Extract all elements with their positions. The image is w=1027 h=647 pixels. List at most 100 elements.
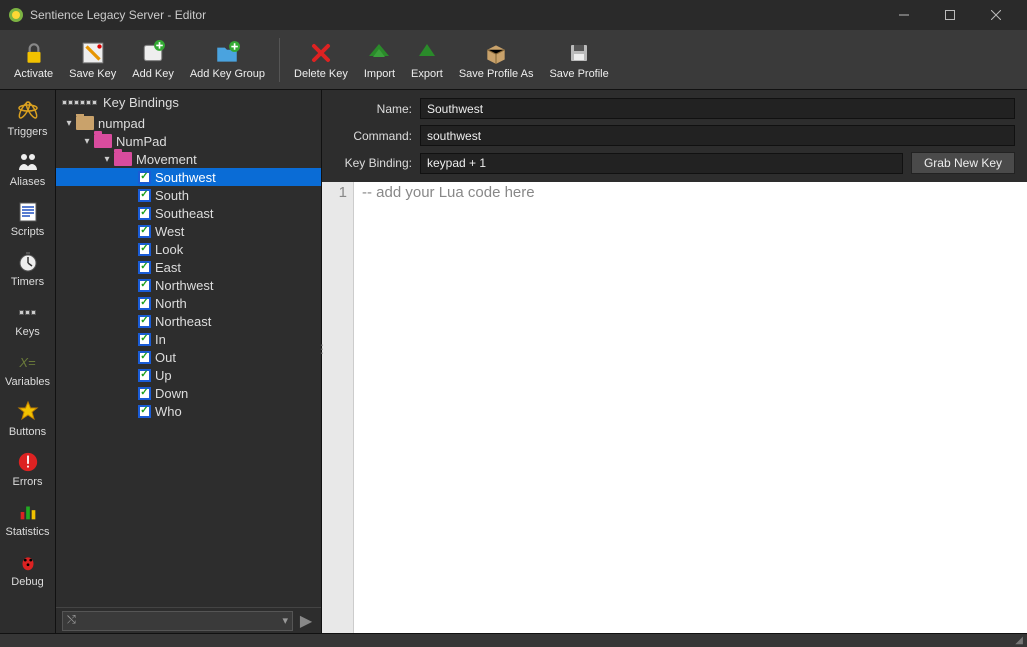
tree-item-label: Out (155, 350, 176, 365)
checkbox-icon[interactable]: ✓ (138, 297, 151, 310)
play-button[interactable]: ▶ (297, 612, 315, 630)
binding-input[interactable] (420, 153, 903, 174)
save-profile-button[interactable]: Save Profile (541, 36, 616, 84)
checkbox-icon[interactable]: ✓ (138, 279, 151, 292)
checkbox-icon[interactable]: ✓ (138, 225, 151, 238)
add-key-button[interactable]: Add Key (124, 36, 182, 84)
tree-item[interactable]: ✓In (56, 330, 321, 348)
delete-key-button[interactable]: Delete Key (286, 36, 356, 84)
tree-item[interactable]: ✓Down (56, 384, 321, 402)
save-key-button[interactable]: Save Key (61, 36, 124, 84)
tab-statistics[interactable]: Statistics (0, 494, 55, 544)
resize-grip-icon[interactable]: ◢ (1015, 635, 1023, 646)
tree-item[interactable]: ✓ West (56, 222, 321, 240)
tab-errors[interactable]: Errors (0, 444, 55, 494)
checkbox-icon[interactable]: ✓ (138, 315, 151, 328)
expand-toggle-icon[interactable]: ▾ (100, 154, 114, 165)
maximize-button[interactable] (927, 0, 973, 30)
close-button[interactable] (973, 0, 1019, 30)
tree-item-label: West (155, 224, 184, 239)
tab-keys[interactable]: Keys (0, 294, 55, 344)
tab-scripts[interactable]: Scripts (0, 194, 55, 244)
name-row: Name: (334, 98, 1015, 119)
tab-triggers-label: Triggers (8, 126, 48, 138)
search-combo[interactable]: ⤭ ▾ (62, 611, 293, 631)
tree-item-label: Northwest (155, 278, 214, 293)
checkbox-icon[interactable]: ✓ (138, 189, 151, 202)
aliases-icon (15, 150, 41, 174)
title-bar: Sentience Legacy Server - Editor (0, 0, 1027, 30)
expand-toggle-icon[interactable]: ▾ (80, 136, 94, 147)
minimize-button[interactable] (881, 0, 927, 30)
tree-item-label: Up (155, 368, 172, 383)
tree-item[interactable]: ✓ Out (56, 348, 321, 366)
tree-item-label: East (155, 260, 181, 275)
tab-aliases[interactable]: Aliases (0, 144, 55, 194)
tree-item[interactable]: ✓Northeast (56, 312, 321, 330)
tree-item[interactable]: ✓ Southeast (56, 204, 321, 222)
main-area: Triggers Aliases Scripts Timers Keys X= … (0, 90, 1027, 633)
line-gutter: 1 (322, 182, 354, 633)
tab-keys-label: Keys (15, 326, 39, 338)
binding-row: Key Binding: Grab New Key (334, 152, 1015, 174)
add-key-label: Add Key (132, 68, 174, 80)
tree-item-label: Southeast (155, 206, 214, 221)
tree-item[interactable]: ✓South (56, 186, 321, 204)
checkbox-icon[interactable]: ✓ (138, 243, 151, 256)
save-key-icon (80, 40, 106, 66)
tree-item[interactable]: ✓North (56, 294, 321, 312)
import-icon (366, 40, 392, 66)
checkbox-icon[interactable]: ✓ (138, 261, 151, 274)
tree-node-numpad-group[interactable]: ▾ NumPad (56, 132, 321, 150)
checkbox-icon[interactable]: ✓ (138, 207, 151, 220)
binding-label: Key Binding: (334, 156, 412, 170)
tree-item-label: Who (155, 404, 182, 419)
tree-item-label: Look (155, 242, 183, 257)
checkbox-icon[interactable]: ✓ (138, 333, 151, 346)
tree-item[interactable]: ✓ East (56, 258, 321, 276)
search-icon: ⤭ (67, 614, 76, 627)
checkbox-icon[interactable]: ✓ (138, 405, 151, 418)
tree-panel: Key Bindings ▾ numpad ▾ NumPad ▾ Movemen… (56, 90, 322, 633)
checkbox-icon[interactable]: ✓ (138, 171, 151, 184)
export-button[interactable]: Export (403, 36, 451, 84)
checkbox-icon[interactable]: ✓ (138, 369, 151, 382)
tree-view[interactable]: ▾ numpad ▾ NumPad ▾ Movement ✓Southwest✓… (56, 114, 321, 607)
expand-toggle-icon[interactable]: ▾ (62, 118, 76, 129)
tree-node-numpad[interactable]: ▾ numpad (56, 114, 321, 132)
save-profile-as-button[interactable]: Save Profile As (451, 36, 542, 84)
name-input[interactable] (420, 98, 1015, 119)
activate-button[interactable]: Activate (6, 36, 61, 84)
tab-triggers[interactable]: Triggers (0, 94, 55, 144)
grab-new-key-button[interactable]: Grab New Key (911, 152, 1015, 174)
tab-timers[interactable]: Timers (0, 244, 55, 294)
code-content[interactable]: -- add your Lua code here (354, 182, 1027, 633)
export-label: Export (411, 68, 443, 80)
tab-debug[interactable]: Debug (0, 544, 55, 594)
command-input[interactable] (420, 125, 1015, 146)
checkbox-icon[interactable]: ✓ (138, 351, 151, 364)
tab-variables[interactable]: X= Variables (0, 344, 55, 394)
tab-debug-label: Debug (11, 576, 43, 588)
debug-icon (15, 550, 41, 574)
tab-scripts-label: Scripts (11, 226, 45, 238)
tree-node-movement[interactable]: ▾ Movement (56, 150, 321, 168)
tab-statistics-label: Statistics (5, 526, 49, 538)
import-button[interactable]: Import (356, 36, 403, 84)
tree-item[interactable]: ✓ Who (56, 402, 321, 420)
tree-item[interactable]: ✓ Up (56, 366, 321, 384)
save-key-label: Save Key (69, 68, 116, 80)
app-icon (8, 7, 24, 23)
tab-buttons[interactable]: Buttons (0, 394, 55, 444)
scripts-icon (15, 200, 41, 224)
chevron-down-icon[interactable]: ▾ (282, 614, 288, 627)
code-editor[interactable]: 1 -- add your Lua code here (322, 182, 1027, 633)
lock-icon (21, 40, 47, 66)
tree-label: numpad (98, 116, 145, 131)
add-key-group-button[interactable]: Add Key Group (182, 36, 273, 84)
tree-item[interactable]: ✓ Look (56, 240, 321, 258)
checkbox-icon[interactable]: ✓ (138, 387, 151, 400)
tree-item[interactable]: ✓Southwest (56, 168, 321, 186)
tree-item[interactable]: ✓ Northwest (56, 276, 321, 294)
keys-icon (15, 300, 41, 324)
